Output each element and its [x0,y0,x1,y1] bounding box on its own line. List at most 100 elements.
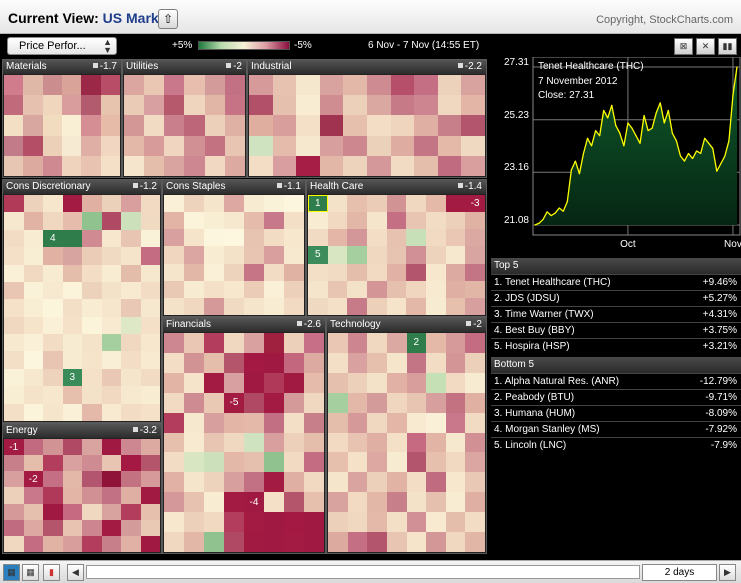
stock-tile[interactable] [284,492,304,513]
stock-tile[interactable] [244,280,264,298]
stock-tile[interactable] [204,452,224,473]
stock-tile[interactable] [121,368,141,387]
stock-tile[interactable] [264,392,284,413]
stock-tile[interactable] [23,95,43,116]
stock-tile[interactable] [140,351,160,369]
stock-tile[interactable] [367,75,391,96]
stock-tile[interactable] [406,263,426,281]
stock-tile[interactable] [204,352,224,373]
stock-tile[interactable] [406,452,427,473]
stock-tile[interactable] [386,412,407,433]
stock-tile[interactable] [296,95,320,116]
stock-tile[interactable] [327,297,348,315]
stock-tile[interactable] [390,95,415,116]
stock-tile[interactable] [82,386,102,404]
stock-tile[interactable] [367,412,387,433]
stock-tile[interactable] [62,503,82,520]
top5-row[interactable]: 1. Tenet Healthcare (THC) +9.46% [491,274,741,290]
stock-tile[interactable] [121,351,141,369]
stock-tile[interactable] [101,471,121,488]
stock-tile[interactable] [121,247,141,265]
stock-tile[interactable] [284,392,304,413]
stock-tile[interactable] [284,352,304,373]
stock-tile[interactable] [42,95,62,116]
stock-tile[interactable] [184,75,205,96]
stock-tile[interactable] [461,135,485,156]
stock-tile[interactable] [296,155,320,176]
stock-tile[interactable] [319,95,344,116]
stock-tile[interactable] [347,297,367,315]
stock-tile[interactable] [101,229,121,248]
stock-tile[interactable] [425,263,446,281]
stock-tile[interactable] [347,352,368,373]
sector-financials[interactable]: Financials -2.6 -5 -4 [162,317,326,554]
stock-tile[interactable] [327,246,348,264]
stock-tile[interactable] [164,333,184,353]
stock-tile[interactable] [124,155,145,176]
stock-tile[interactable] [445,432,466,453]
stock-tile[interactable] [406,246,426,264]
stock-tile[interactable] [140,212,160,230]
stock-tile[interactable] [264,372,284,393]
stock-tile[interactable] [244,352,264,373]
stock-tile[interactable] [144,95,165,116]
stock-tile[interactable] [140,487,160,504]
stock-tile[interactable] [465,229,485,247]
stock-tile[interactable] [23,351,43,369]
stock-tile[interactable] [164,115,185,136]
stock-tile[interactable] [367,532,387,552]
stock-tile[interactable] [343,75,367,96]
stock-tile[interactable] [81,115,101,136]
stock-tile[interactable] [272,115,297,136]
stock-tile[interactable] [184,229,204,247]
stock-tile[interactable] [140,439,160,456]
stock-tile[interactable] [406,352,427,373]
stock-tile[interactable] [406,532,427,552]
stock-tile[interactable] [164,263,184,281]
stock-tile[interactable] [244,229,264,247]
stock-tile[interactable] [465,246,485,264]
stock-tile[interactable] [390,115,415,136]
stock-tile[interactable] [461,95,485,116]
stock-tile[interactable] [62,115,82,136]
stock-tile[interactable] [386,472,407,493]
stock-tile[interactable] [101,519,121,536]
stock-tile[interactable] [164,452,184,473]
stock-tile[interactable] [244,452,264,473]
stock-tile[interactable] [101,439,121,456]
stock-tile[interactable] [366,195,387,213]
stock-tile[interactable] [343,135,367,156]
stock-tile[interactable] [386,280,407,298]
stock-tile[interactable] [140,386,160,404]
stock-tile[interactable] [121,403,141,421]
stock-tile[interactable] [386,263,407,281]
stock-tile[interactable] [406,512,427,533]
stock-tile[interactable] [328,492,348,513]
stock-tile[interactable] [296,75,320,96]
stock-tile[interactable] [4,368,24,387]
stock-tile[interactable] [244,246,264,264]
stock-tile[interactable] [62,487,82,504]
stock-tile[interactable] [62,195,82,213]
stock-tile[interactable] [366,297,387,315]
stock-tile[interactable] [426,472,446,493]
stock-tile[interactable] [224,135,245,156]
stock-tile[interactable] [43,247,63,265]
stock-tile[interactable] [204,115,225,136]
stock-tile[interactable] [327,280,348,298]
stock-tile[interactable] [465,452,485,473]
stock-tile[interactable] [366,229,387,247]
stock-tile[interactable]: 3 [62,368,82,387]
stock-tile[interactable] [62,95,82,116]
stock-tile[interactable] [184,352,204,373]
stock-tile[interactable] [224,432,244,453]
stock-tile[interactable] [184,297,204,315]
stock-tile[interactable] [367,333,387,353]
stock-tile[interactable] [445,492,466,513]
stock-tile[interactable] [244,212,264,230]
stock-tile[interactable] [101,535,121,552]
stock-tile[interactable] [23,334,43,352]
stock-tile[interactable] [386,432,407,453]
stock-tile[interactable] [366,246,387,264]
stock-tile[interactable] [264,472,284,493]
